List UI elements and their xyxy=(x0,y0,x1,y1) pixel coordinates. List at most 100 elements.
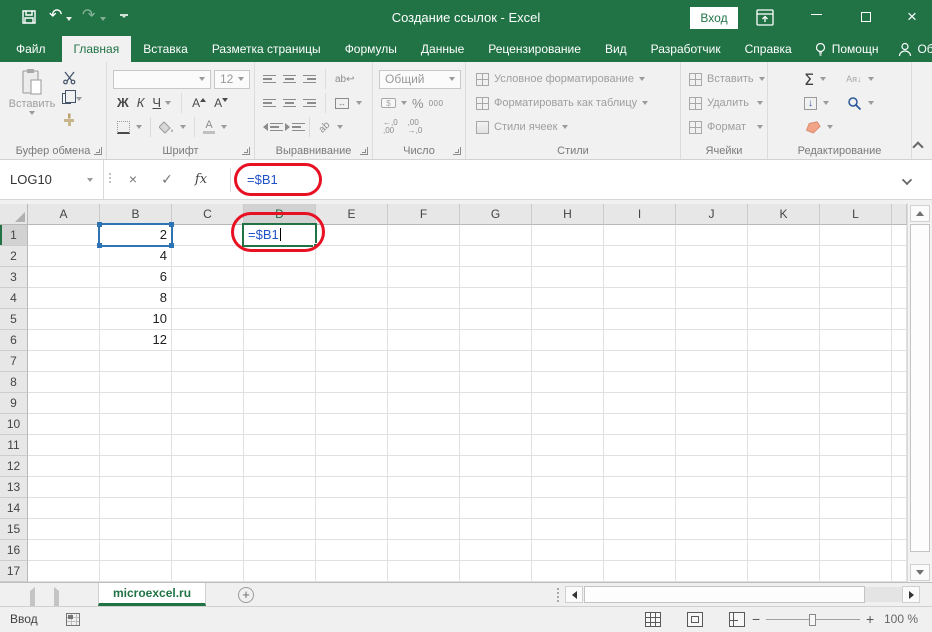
row-header-5[interactable]: 5 xyxy=(0,309,28,330)
cell-F7[interactable] xyxy=(388,351,460,372)
cell-E2[interactable] xyxy=(316,246,388,267)
cell-J7[interactable] xyxy=(676,351,748,372)
cell-A12[interactable] xyxy=(28,456,100,477)
row-header-15[interactable]: 15 xyxy=(0,519,28,540)
cell-H15[interactable] xyxy=(532,519,604,540)
cell-B12[interactable] xyxy=(100,456,172,477)
zoom-in-icon[interactable]: + xyxy=(866,611,874,627)
column-header-H[interactable]: H xyxy=(532,204,604,225)
italic-button[interactable]: К xyxy=(137,95,145,111)
cell-E4[interactable] xyxy=(316,288,388,309)
cell-D10[interactable] xyxy=(244,414,316,435)
cell-L2[interactable] xyxy=(820,246,892,267)
cell-I11[interactable] xyxy=(604,435,676,456)
cell-J2[interactable] xyxy=(676,246,748,267)
cell-K17[interactable] xyxy=(748,561,820,582)
cell-B14[interactable] xyxy=(100,498,172,519)
cell-C7[interactable] xyxy=(172,351,244,372)
cell-H12[interactable] xyxy=(532,456,604,477)
cell-G5[interactable] xyxy=(460,309,532,330)
cell-C8[interactable] xyxy=(172,372,244,393)
row-header-3[interactable]: 3 xyxy=(0,267,28,288)
format-painter-button[interactable] xyxy=(62,109,82,130)
font-dialog-launcher-icon[interactable] xyxy=(242,147,250,155)
row-header-8[interactable]: 8 xyxy=(0,372,28,393)
clear-eraser-icon[interactable] xyxy=(804,120,821,134)
cell-F14[interactable] xyxy=(388,498,460,519)
format-cells-button[interactable]: Формат xyxy=(689,115,763,139)
cell-J14[interactable] xyxy=(676,498,748,519)
column-header-F[interactable]: F xyxy=(388,204,460,225)
cell-J9[interactable] xyxy=(676,393,748,414)
cell-L14[interactable] xyxy=(820,498,892,519)
column-header-G[interactable]: G xyxy=(460,204,532,225)
collapse-ribbon-icon[interactable] xyxy=(912,141,924,153)
page-break-view-icon[interactable] xyxy=(729,612,745,627)
row-header-10[interactable]: 10 xyxy=(0,414,28,435)
align-bottom-icon[interactable] xyxy=(303,74,316,84)
cell-B17[interactable] xyxy=(100,561,172,582)
orientation-icon[interactable]: ab xyxy=(317,119,333,135)
tab-4[interactable]: Данные xyxy=(409,36,476,62)
thousands-format-icon[interactable]: 000 xyxy=(429,99,444,108)
cell-E8[interactable] xyxy=(316,372,388,393)
zoom-level[interactable]: 100 % xyxy=(884,607,918,632)
cell-H1[interactable] xyxy=(532,225,604,246)
tab-home[interactable]: Главная xyxy=(61,36,132,62)
font-name-combo[interactable] xyxy=(113,69,211,89)
decrease-indent-icon[interactable] xyxy=(263,122,283,132)
cell-C6[interactable] xyxy=(172,330,244,351)
cell-H2[interactable] xyxy=(532,246,604,267)
cell-L8[interactable] xyxy=(820,372,892,393)
cell-E16[interactable] xyxy=(316,540,388,561)
cell-A2[interactable] xyxy=(28,246,100,267)
cell-G1[interactable] xyxy=(460,225,532,246)
cell-D3[interactable] xyxy=(244,267,316,288)
cell-F9[interactable] xyxy=(388,393,460,414)
cell-A7[interactable] xyxy=(28,351,100,372)
cell-H9[interactable] xyxy=(532,393,604,414)
cell-F8[interactable] xyxy=(388,372,460,393)
cell-J10[interactable] xyxy=(676,414,748,435)
cell-D7[interactable] xyxy=(244,351,316,372)
cell-F1[interactable] xyxy=(388,225,460,246)
cell-J1[interactable] xyxy=(676,225,748,246)
cell-L5[interactable] xyxy=(820,309,892,330)
expand-formula-bar-icon[interactable] xyxy=(901,174,913,186)
align-middle-icon[interactable] xyxy=(283,74,296,84)
formula-bar-splitter[interactable] xyxy=(109,173,111,183)
cell-F2[interactable] xyxy=(388,246,460,267)
cell-C12[interactable] xyxy=(172,456,244,477)
cell-C11[interactable] xyxy=(172,435,244,456)
cell-K4[interactable] xyxy=(748,288,820,309)
cell-B10[interactable] xyxy=(100,414,172,435)
cell-J4[interactable] xyxy=(676,288,748,309)
cell-F17[interactable] xyxy=(388,561,460,582)
maximize-button[interactable] xyxy=(846,0,886,36)
row-header-4[interactable]: 4 xyxy=(0,288,28,309)
cell-J8[interactable] xyxy=(676,372,748,393)
cell-A11[interactable] xyxy=(28,435,100,456)
cell-L12[interactable] xyxy=(820,456,892,477)
cell-H8[interactable] xyxy=(532,372,604,393)
cell-F3[interactable] xyxy=(388,267,460,288)
cell-L1[interactable] xyxy=(820,225,892,246)
cell-D5[interactable] xyxy=(244,309,316,330)
cell-C4[interactable] xyxy=(172,288,244,309)
cell-G9[interactable] xyxy=(460,393,532,414)
row-header-9[interactable]: 9 xyxy=(0,393,28,414)
cell-L4[interactable] xyxy=(820,288,892,309)
clipboard-dialog-launcher-icon[interactable] xyxy=(94,147,102,155)
cell-H7[interactable] xyxy=(532,351,604,372)
cell-E11[interactable] xyxy=(316,435,388,456)
page-layout-view-icon[interactable] xyxy=(687,612,703,627)
cell-B5[interactable]: 10 xyxy=(100,309,172,330)
cell-L11[interactable] xyxy=(820,435,892,456)
cell-A15[interactable] xyxy=(28,519,100,540)
cell-E6[interactable] xyxy=(316,330,388,351)
cell-L15[interactable] xyxy=(820,519,892,540)
cell-G12[interactable] xyxy=(460,456,532,477)
number-format-combo[interactable]: Общий xyxy=(379,69,461,89)
cell-G6[interactable] xyxy=(460,330,532,351)
cell-B3[interactable]: 6 xyxy=(100,267,172,288)
